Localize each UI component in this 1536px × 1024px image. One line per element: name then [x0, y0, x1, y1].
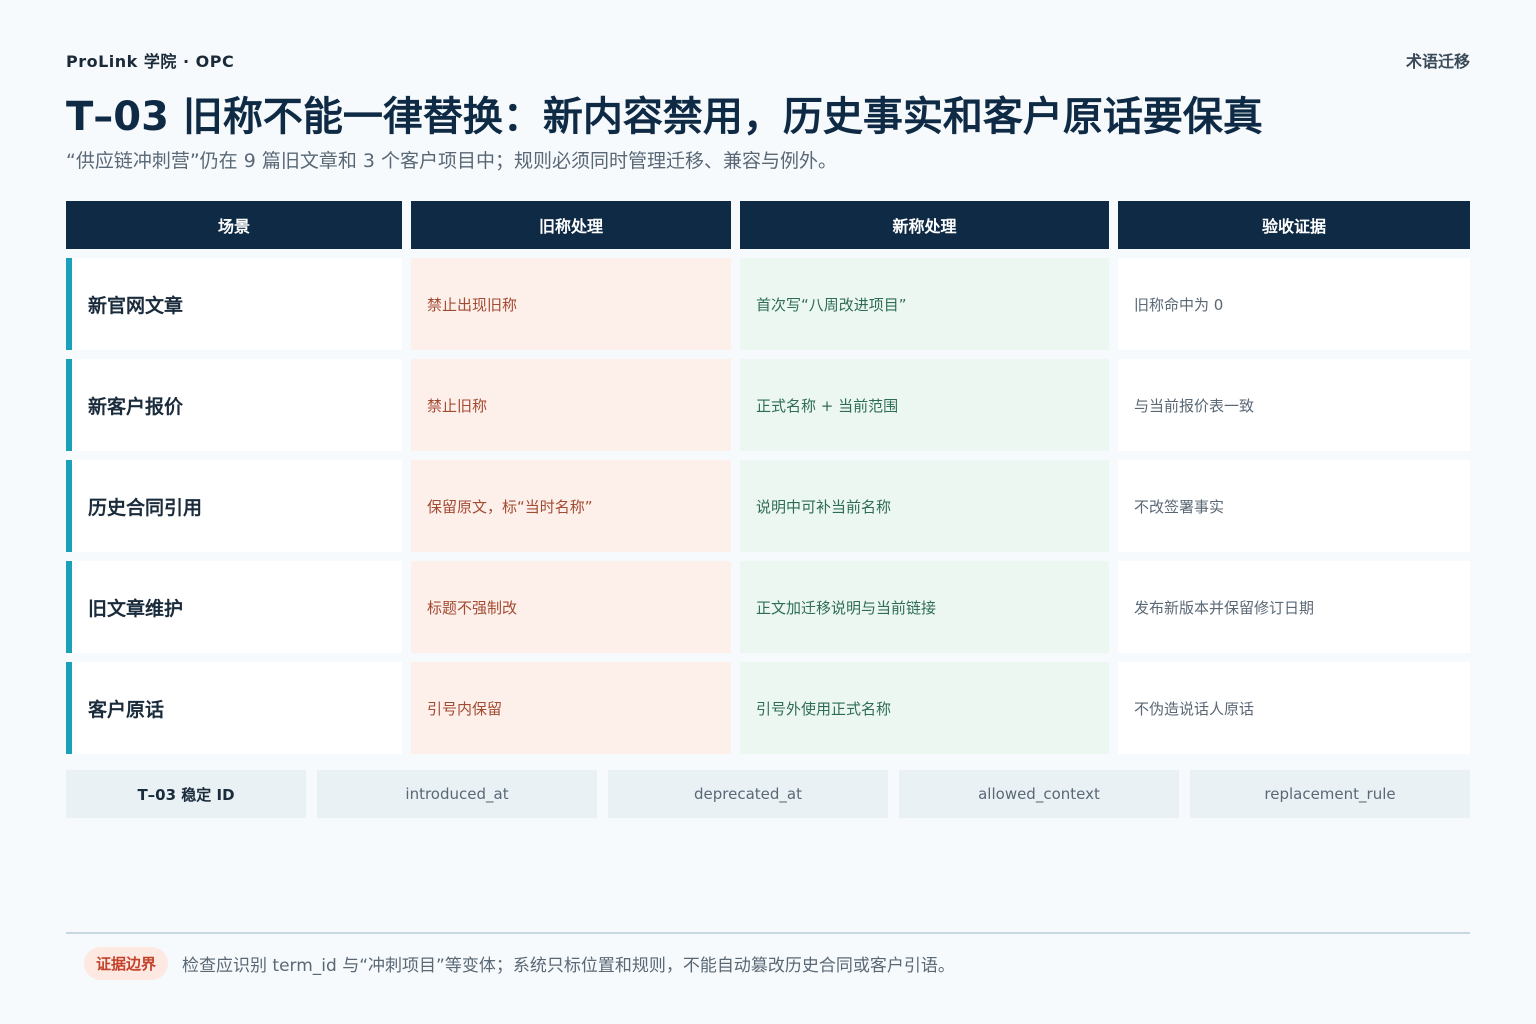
- footer-divider: [66, 932, 1470, 934]
- table-row: 历史合同引用 保留原文，标“当时名称” 说明中可补当前名称 不改签署事实: [66, 460, 1470, 552]
- scene-cell: 历史合同引用: [66, 460, 402, 552]
- evidence-cell: 与当前报价表一致: [1118, 359, 1470, 451]
- old-name-cell: 标题不强制改: [411, 561, 731, 653]
- term-migration-table: 场景 旧称处理 新称处理 验收证据 新官网文章 禁止出现旧称 首次写“八周改进项…: [66, 201, 1470, 754]
- footer-note: 检查应识别 term_id 与“冲刺项目”等变体；系统只标位置和规则，不能自动篡…: [182, 955, 955, 976]
- field-chip-stable-id: T–03 稳定 ID: [66, 770, 306, 818]
- column-header-scene: 场景: [66, 201, 402, 249]
- new-name-cell: 首次写“八周改进项目”: [740, 258, 1109, 350]
- scene-cell: 客户原话: [66, 662, 402, 754]
- section-tag: 术语迁移: [1405, 52, 1470, 71]
- column-header-evidence: 验收证据: [1118, 201, 1470, 249]
- brand-label: ProLink 学院 · OPC: [66, 52, 235, 71]
- top-bar: ProLink 学院 · OPC 术语迁移: [66, 48, 1470, 72]
- field-chip-introduced-at: introduced_at: [317, 770, 597, 818]
- column-header-old-name: 旧称处理: [411, 201, 731, 249]
- old-name-cell: 禁止旧称: [411, 359, 731, 451]
- term-field-strip: T–03 稳定 ID introduced_at deprecated_at a…: [66, 770, 1470, 818]
- old-name-cell: 引号内保留: [411, 662, 731, 754]
- page-subtitle: “供应链冲刺营”仍在 9 篇旧文章和 3 个客户项目中；规则必须同时管理迁移、兼…: [66, 150, 838, 172]
- table-row: 客户原话 引号内保留 引号外使用正式名称 不伪造说话人原话: [66, 662, 1470, 754]
- evidence-cell: 旧称命中为 0: [1118, 258, 1470, 350]
- scene-cell: 新官网文章: [66, 258, 402, 350]
- evidence-cell: 不改签署事实: [1118, 460, 1470, 552]
- evidence-boundary-badge: 证据边界: [84, 946, 169, 980]
- evidence-cell: 发布新版本并保留修订日期: [1118, 561, 1470, 653]
- footer: 证据边界 检查应识别 term_id 与“冲刺项目”等变体；系统只标位置和规则，…: [84, 946, 955, 980]
- field-chip-allowed-context: allowed_context: [899, 770, 1179, 818]
- old-name-cell: 保留原文，标“当时名称”: [411, 460, 731, 552]
- table-row: 新客户报价 禁止旧称 正式名称 + 当前范围 与当前报价表一致: [66, 359, 1470, 451]
- table-row: 旧文章维护 标题不强制改 正文加迁移说明与当前链接 发布新版本并保留修订日期: [66, 561, 1470, 653]
- scene-cell: 旧文章维护: [66, 561, 402, 653]
- new-name-cell: 正文加迁移说明与当前链接: [740, 561, 1109, 653]
- field-chip-replacement-rule: replacement_rule: [1190, 770, 1470, 818]
- new-name-cell: 引号外使用正式名称: [740, 662, 1109, 754]
- evidence-cell: 不伪造说话人原话: [1118, 662, 1470, 754]
- new-name-cell: 正式名称 + 当前范围: [740, 359, 1109, 451]
- scene-cell: 新客户报价: [66, 359, 402, 451]
- table-header-row: 场景 旧称处理 新称处理 验收证据: [66, 201, 1470, 249]
- table-row: 新官网文章 禁止出现旧称 首次写“八周改进项目” 旧称命中为 0: [66, 258, 1470, 350]
- column-header-new-name: 新称处理: [740, 201, 1109, 249]
- field-chip-deprecated-at: deprecated_at: [608, 770, 888, 818]
- page-title: T–03 旧称不能一律替换：新内容禁用，历史事实和客户原话要保真: [66, 94, 1263, 140]
- new-name-cell: 说明中可补当前名称: [740, 460, 1109, 552]
- old-name-cell: 禁止出现旧称: [411, 258, 731, 350]
